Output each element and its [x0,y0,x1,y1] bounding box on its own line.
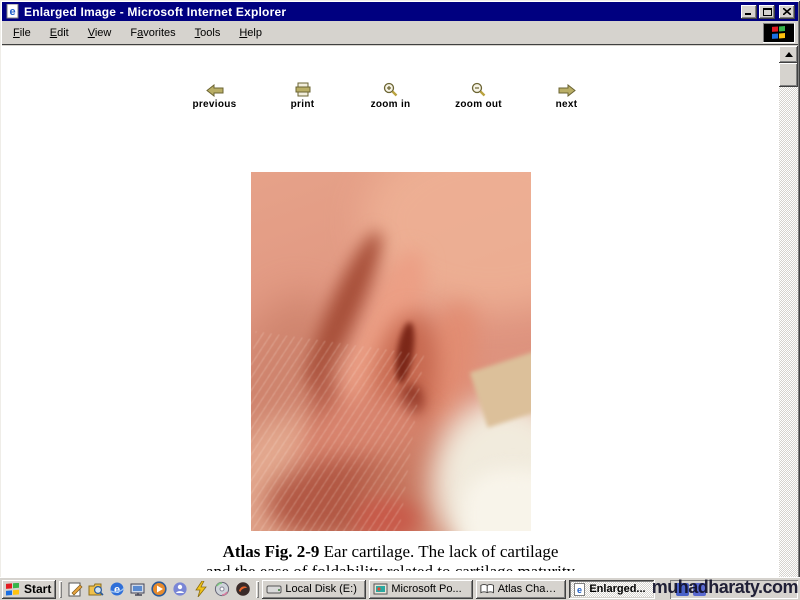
image-nav-toolbar: previous print [2,46,779,110]
menu-view[interactable]: View [80,24,120,42]
caption-figure-number: Atlas Fig. 2-9 [223,542,320,561]
next-label: next [556,99,578,110]
ear-photo [251,172,531,531]
taskbar-gripper[interactable] [59,581,62,598]
scroll-up-button[interactable] [779,46,798,63]
winamp-icon[interactable] [193,581,209,597]
arrow-left-icon [206,80,224,97]
taskbar-button-atlas-chapter[interactable]: Atlas Chapte... [476,580,566,599]
svg-text:e: e [9,6,15,18]
image-caption-line2-clipped: and the ease of foldability related to c… [2,562,779,571]
zoom-out-button[interactable]: zoom out [450,80,508,110]
maximize-button[interactable] [759,5,775,19]
ie-page-icon: e [573,583,586,596]
vertical-scrollbar[interactable] [779,46,798,577]
open-book-icon [480,583,494,595]
quick-launch-bar: e [65,581,253,597]
browser-window: e Enlarged Image - Microsoft Internet Ex… [0,0,800,600]
title-bar[interactable]: e Enlarged Image - Microsoft Internet Ex… [2,2,798,21]
previous-label: previous [192,99,236,110]
taskbar-button-enlarged-image[interactable]: e Enlarged... [569,580,655,599]
image-caption: Atlas Fig. 2-9 Ear cartilage. The lack o… [2,542,779,562]
menu-help[interactable]: Help [231,24,270,42]
taskbar-buttons: Local Disk (E:) Microsoft Po... Atlas Ch… [262,580,670,599]
menu-favorites[interactable]: Favorites [122,24,183,42]
previous-button[interactable]: previous [186,80,244,110]
arrow-right-icon [558,80,576,97]
ie-page-icon: e [5,4,21,19]
magnifier-minus-icon [471,80,486,97]
zoom-in-label: zoom in [371,99,411,110]
minimize-button[interactable] [741,5,757,19]
media-player-icon[interactable] [151,581,167,597]
menu-edit[interactable]: Edit [42,24,77,42]
zoom-out-label: zoom out [455,99,502,110]
triangle-up-icon [785,52,793,57]
search-folder-icon[interactable] [88,581,104,597]
photo-region [251,331,424,531]
start-button[interactable]: Start [2,580,56,599]
taskbar-button-local-disk[interactable]: Local Disk (E:) [262,580,366,599]
disk-drive-icon [266,584,282,594]
svg-text:e: e [114,584,120,596]
magnifier-plus-icon [383,80,398,97]
svg-text:e: e [577,585,582,595]
menu-bar: File Edit View Favorites Tools Help [2,21,798,45]
page-body: previous print [2,46,779,577]
next-button[interactable]: next [538,80,596,110]
taskbar-gripper[interactable] [256,581,259,598]
start-label: Start [24,582,51,596]
printer-icon [294,80,312,97]
close-button[interactable] [779,5,795,19]
browser-viewport: previous print [2,46,798,577]
menu-file[interactable]: File [5,24,39,42]
realplayer-icon[interactable] [235,581,251,597]
compose-document-icon[interactable] [67,581,83,597]
menu-tools[interactable]: Tools [187,24,229,42]
caption-text: Ear cartilage. The lack of cartilage [319,542,558,561]
print-button[interactable]: print [274,80,332,110]
scrollbar-thumb[interactable] [779,63,798,87]
watermark: muhadharaty.com [652,577,798,598]
zoom-in-button[interactable]: zoom in [362,80,420,110]
print-label: print [291,99,315,110]
internet-explorer-icon[interactable]: e [109,581,125,597]
windows-flag-icon [5,583,21,596]
messenger-icon[interactable] [172,581,188,597]
show-desktop-icon[interactable] [130,581,146,597]
taskbar-button-microsoft-powerpoint[interactable]: Microsoft Po... [369,580,473,599]
window-title: Enlarged Image - Microsoft Internet Expl… [24,5,741,19]
cd-player-icon[interactable] [214,581,230,597]
windows-logo-throbber-icon [763,23,795,43]
powerpoint-icon [373,583,388,596]
